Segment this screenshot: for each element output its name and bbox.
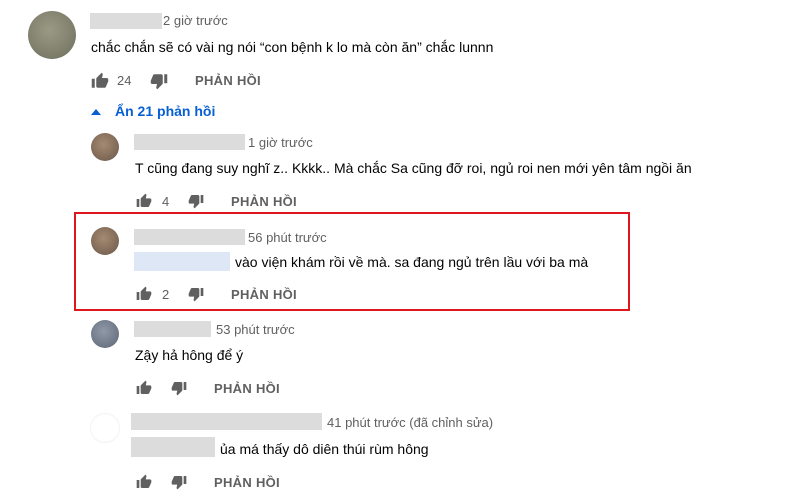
avatar[interactable] bbox=[91, 414, 119, 442]
comment-text: ủa má thấy dô diên thúi rùm hông bbox=[220, 441, 429, 457]
like-count: 4 bbox=[162, 194, 170, 209]
thumbs-up-icon[interactable] bbox=[136, 286, 152, 302]
avatar[interactable] bbox=[91, 320, 119, 348]
reply-button[interactable]: PHẢN HỒI bbox=[231, 287, 297, 302]
like-count: 2 bbox=[162, 287, 170, 302]
thumbs-up-icon[interactable] bbox=[136, 380, 152, 396]
avatar[interactable] bbox=[28, 11, 76, 59]
comment-time[interactable]: 53 phút trước bbox=[216, 322, 295, 337]
comment-text: Zậy hả hông để ý bbox=[135, 347, 244, 363]
comment-time[interactable]: 41 phút trước (đã chỉnh sửa) bbox=[327, 415, 493, 430]
comment-time[interactable]: 2 giờ trước bbox=[163, 13, 228, 28]
comment-text: chắc chắn sẽ có vài ng nói “con bệnh k l… bbox=[91, 39, 494, 55]
thumbs-down-icon[interactable] bbox=[150, 72, 168, 90]
author-name[interactable] bbox=[131, 413, 322, 430]
mention-tag[interactable] bbox=[134, 252, 230, 271]
comment-time[interactable]: 56 phút trước bbox=[248, 230, 327, 245]
avatar[interactable] bbox=[91, 227, 119, 255]
thumbs-down-icon[interactable] bbox=[171, 380, 187, 396]
thumbs-down-icon[interactable] bbox=[171, 474, 187, 490]
reply-button[interactable]: PHẢN HỒI bbox=[214, 475, 280, 490]
avatar[interactable] bbox=[91, 133, 119, 161]
author-name[interactable] bbox=[134, 134, 245, 150]
thumbs-up-icon[interactable] bbox=[136, 193, 152, 209]
thumbs-up-icon[interactable] bbox=[136, 474, 152, 490]
comment-text: T cũng đang suy nghĩ z.. Kkkk.. Mà chắc … bbox=[135, 160, 692, 176]
hide-replies-label[interactable]: Ẩn 21 phản hồi bbox=[115, 103, 215, 119]
author-name[interactable] bbox=[134, 229, 245, 245]
thumbs-down-icon[interactable] bbox=[188, 286, 204, 302]
like-count: 24 bbox=[117, 73, 132, 88]
mention-tag[interactable] bbox=[131, 437, 215, 457]
comment-text: vào viện khám rồi về mà. sa đang ngủ trê… bbox=[235, 254, 589, 270]
reply-button[interactable]: PHẢN HỒI bbox=[214, 381, 280, 396]
thumbs-up-icon[interactable] bbox=[91, 72, 109, 90]
thumbs-down-icon[interactable] bbox=[188, 193, 204, 209]
comment-time[interactable]: 1 giờ trước bbox=[248, 135, 313, 150]
caret-up-icon[interactable] bbox=[91, 109, 101, 115]
author-name[interactable] bbox=[90, 13, 162, 29]
reply-button[interactable]: PHẢN HỒI bbox=[195, 73, 261, 88]
author-name[interactable] bbox=[134, 321, 211, 337]
reply-button[interactable]: PHẢN HỒI bbox=[231, 194, 297, 209]
